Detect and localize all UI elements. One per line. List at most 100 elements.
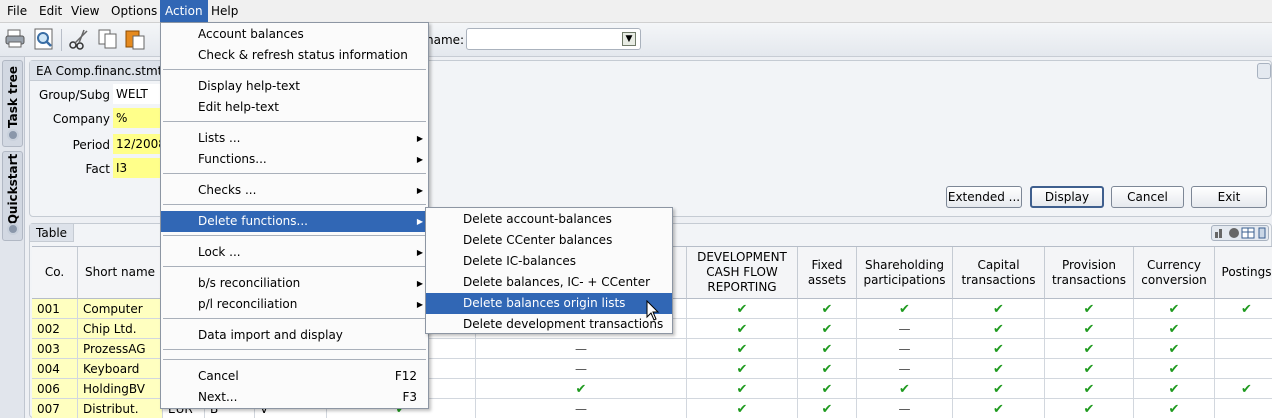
exit-button[interactable]: Exit [1191,186,1267,208]
cell-fixed[interactable]: ✔ [798,399,857,418]
cell-share[interactable]: — [857,319,953,339]
group-field[interactable]: WELT [113,84,163,104]
menu-item-data-import[interactable]: Data import and display [161,325,428,346]
fact-field[interactable]: I3 [113,158,163,178]
menu-item-pl-reconciliation[interactable]: p/l reconciliation ▶ [161,294,428,315]
menu-item-delete-functions[interactable]: Delete functions... ▶ [161,211,428,232]
menu-item-check-refresh[interactable]: Check & refresh status information [161,45,428,66]
menu-action[interactable]: Action [160,0,208,23]
extended-button[interactable]: Extended ... [946,186,1022,208]
cell-cap[interactable]: ✔ [953,319,1045,339]
column-header-shareholding[interactable]: Shareholding participations [857,247,953,299]
cell-short-name[interactable]: Chip Ltd. [78,319,163,339]
preview-icon[interactable] [33,28,55,50]
menu-item-delete-development-transactions[interactable]: Delete development transactions [426,314,672,335]
column-header-short-name[interactable]: Short name [78,247,163,299]
menu-item-cancel[interactable]: Cancel F12 [161,366,428,387]
cell-dev[interactable]: ✔ [687,339,798,359]
cell-dev[interactable]: ✔ [687,319,798,339]
cell-status[interactable]: — [476,399,687,418]
menu-item-delete-balances-origin-lists[interactable]: Delete balances origin lists [426,293,672,314]
cell-prov[interactable]: ✔ [1045,399,1134,418]
column-header-provision[interactable]: Provision transactions [1045,247,1134,299]
cell-prov[interactable]: ✔ [1045,379,1134,399]
cell-fixed[interactable]: ✔ [798,299,857,319]
cell-cap[interactable]: ✔ [953,359,1045,379]
cell-co[interactable]: 003 [32,339,78,359]
cell-short-name[interactable]: Computer [78,299,163,319]
menu-item-lock[interactable]: Lock ... ▶ [161,242,428,263]
menu-item-next[interactable]: Next... F3 [161,387,428,408]
tab-task-tree[interactable]: Task tree [2,60,23,147]
menu-item-delete-ic-balances[interactable]: Delete IC-balances [426,251,672,272]
cell-short-name[interactable]: HoldingBV [78,379,163,399]
menu-item-checks[interactable]: Checks ... ▶ [161,180,428,201]
cell-co[interactable]: 002 [32,319,78,339]
cell-curr[interactable]: ✔ [1134,299,1215,319]
cell-prov[interactable]: ✔ [1045,359,1134,379]
cell-dev[interactable]: ✔ [687,299,798,319]
cell-post[interactable] [1215,339,1272,359]
cell-curr[interactable]: ✔ [1134,359,1215,379]
cell-share[interactable]: — [857,339,953,359]
menu-item-delete-ccenter-balances[interactable]: Delete CCenter balances [426,230,672,251]
cell-dev[interactable]: ✔ [687,379,798,399]
menu-item-functions[interactable]: Functions... ▶ [161,149,428,170]
menu-edit[interactable]: Edit [34,0,67,23]
column-header-co[interactable]: Co. [32,247,78,299]
menu-item-account-balances[interactable]: Account balances [161,24,428,45]
cell-share[interactable]: — [857,359,953,379]
cell-prov[interactable]: ✔ [1045,319,1134,339]
cell-short-name[interactable]: Distribut. [78,399,163,418]
cell-post[interactable] [1215,359,1272,379]
cell-status[interactable]: ✔ [476,379,687,399]
cell-prov[interactable]: ✔ [1045,339,1134,359]
cell-share[interactable]: — [857,399,953,418]
cell-prov[interactable]: ✔ [1045,299,1134,319]
cell-curr[interactable]: ✔ [1134,399,1215,418]
cell-dev[interactable]: ✔ [687,359,798,379]
menu-file[interactable]: File [2,0,32,23]
name-combobox[interactable]: ▼ [466,28,641,50]
menu-view[interactable]: View [66,0,104,23]
chevron-down-icon[interactable]: ▼ [622,32,636,46]
cell-post[interactable] [1215,319,1272,339]
menu-item-delete-balances-ic-ccenter[interactable]: Delete balances, IC- + CCenter bal. [426,272,672,310]
cell-fixed[interactable]: ✔ [798,359,857,379]
period-field[interactable]: 12/2008 [113,134,166,154]
cell-share[interactable]: ✔ [857,299,953,319]
cell-co[interactable]: 007 [32,399,78,418]
column-header-postings[interactable]: Postings [1215,247,1272,299]
cell-cap[interactable]: ✔ [953,339,1045,359]
cell-curr[interactable]: ✔ [1134,319,1215,339]
menu-options[interactable]: Options [106,0,162,23]
cell-co[interactable]: 004 [32,359,78,379]
paste-icon[interactable] [124,28,146,50]
menu-item-bs-reconciliation[interactable]: b/s reconciliation ▶ [161,273,428,294]
cell-short-name[interactable]: ProzessAG [78,339,163,359]
cell-fixed[interactable]: ✔ [798,339,857,359]
column-header-capital[interactable]: Capital transactions [953,247,1045,299]
tab-quickstart[interactable]: Quickstart [2,151,23,241]
cancel-button[interactable]: Cancel [1111,186,1184,208]
menu-item-lists[interactable]: Lists ... ▶ [161,128,428,149]
cell-short-name[interactable]: Keyboard [78,359,163,379]
cell-cap[interactable]: ✔ [953,379,1045,399]
print-icon[interactable] [4,28,26,50]
cell-cap[interactable]: ✔ [953,399,1045,418]
cell-co[interactable]: 001 [32,299,78,319]
menu-item-delete-account-balances[interactable]: Delete account-balances [426,209,672,230]
column-header-fixed-assets[interactable]: Fixed assets [798,247,857,299]
cell-curr[interactable]: ✔ [1134,339,1215,359]
copy-icon[interactable] [97,28,119,50]
cell-post[interactable] [1215,399,1272,418]
cell-curr[interactable]: ✔ [1134,379,1215,399]
collapse-icon[interactable] [1257,63,1271,79]
menu-item-display-help[interactable]: Display help-text [161,76,428,97]
cell-share[interactable]: ✔ [857,379,953,399]
menu-help[interactable]: Help [206,0,243,23]
cell-fixed[interactable]: ✔ [798,319,857,339]
column-header-currency[interactable]: Currency conversion [1134,247,1215,299]
cell-dev[interactable]: ✔ [687,399,798,418]
column-header-development[interactable]: DEVELOPMENT CASH FLOW REPORTING [687,247,798,299]
